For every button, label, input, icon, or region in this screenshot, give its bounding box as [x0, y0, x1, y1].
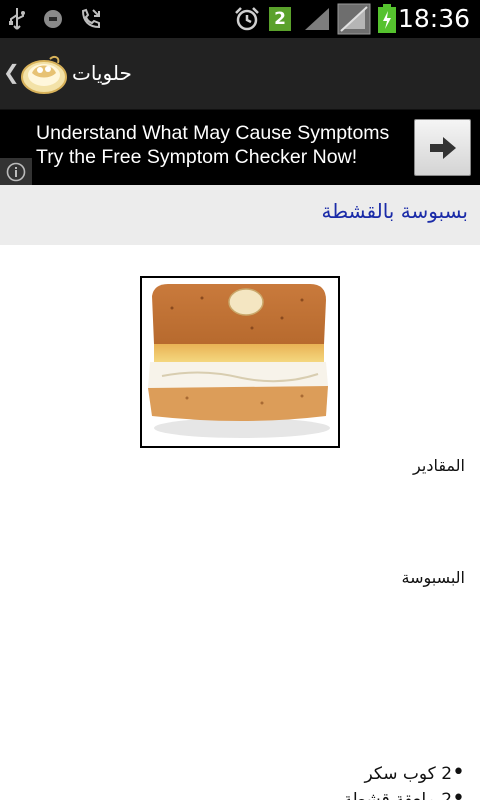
- info-icon[interactable]: [0, 158, 32, 185]
- recipe-title-bar: بسبوسة بالقشطة: [0, 185, 480, 245]
- missed-call-icon: [78, 6, 104, 32]
- usb-icon: [6, 6, 28, 32]
- ad-subline[interactable]: Try the Free Symptom Checker Now!: [36, 146, 357, 169]
- up-navigation[interactable]: ❮ حلويات: [0, 38, 140, 110]
- list-item: •2 كوب سكر: [364, 760, 465, 785]
- notification-badge-icon: 2: [268, 6, 292, 32]
- battery-charging-icon: [376, 4, 398, 34]
- ad-headline[interactable]: Understand What May Cause Symptoms: [36, 122, 389, 145]
- chevron-left-icon: ❮: [3, 60, 20, 84]
- basbousa-cake-image: [140, 276, 340, 448]
- no-sim-icon: [336, 3, 372, 35]
- recipe-title: بسبوسة بالقشطة: [321, 199, 468, 223]
- dessert-plate-icon: [20, 51, 68, 97]
- status-time: 18:36: [397, 4, 470, 33]
- basbousa-heading: البسبوسة: [401, 568, 466, 587]
- app-title: حلويات: [72, 61, 132, 85]
- signal-icon: [302, 6, 332, 32]
- arrow-right-icon[interactable]: [414, 119, 471, 176]
- record-icon: [40, 6, 66, 32]
- ad-banner[interactable]: Understand What May Cause Symptoms Try t…: [0, 110, 480, 185]
- ingredients-heading: المقادير: [413, 456, 465, 475]
- alarm-clock-icon: [233, 6, 261, 32]
- status-bar: 2 18:36: [0, 0, 480, 38]
- action-bar: ❮ حلويات: [0, 38, 480, 110]
- notification-count: 2: [269, 7, 291, 31]
- list-item: •2 ملعقة قشطة: [343, 786, 465, 800]
